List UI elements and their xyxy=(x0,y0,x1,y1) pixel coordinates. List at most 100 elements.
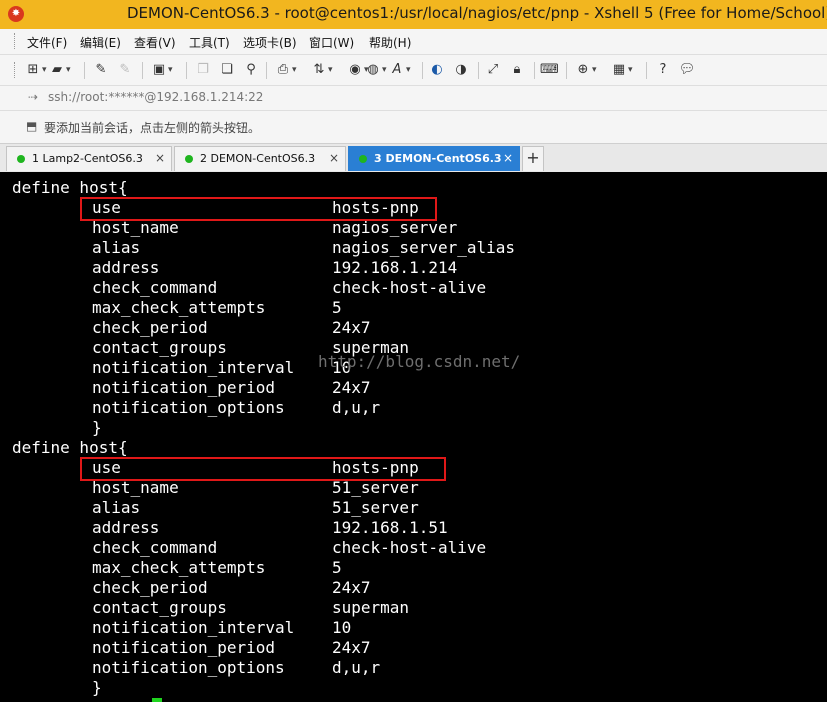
config-key: max_check_attempts xyxy=(92,558,266,577)
config-key: notification_options xyxy=(92,398,285,417)
watermark: http://blog.csdn.net/ xyxy=(318,352,521,371)
config-value: 10 xyxy=(332,618,352,637)
config-value: 5 xyxy=(332,558,342,577)
config-value: 24x7 xyxy=(332,318,371,337)
terminal-line: check_period 24x7 xyxy=(0,318,827,338)
config-key: notification_interval xyxy=(92,358,295,377)
layout-icon[interactable]: ▦ xyxy=(610,61,633,79)
xftp-icon[interactable]: ◐ xyxy=(428,61,446,79)
terminal-line: check_period 24x7 xyxy=(0,578,827,598)
config-value: 192.168.1.51 xyxy=(332,518,448,537)
color-scheme-icon[interactable]: ◉ xyxy=(346,61,368,79)
tab-demon-centos-3[interactable]: 3 DEMON-CentOS6.3 × xyxy=(348,146,520,171)
config-key: notification_period xyxy=(92,378,276,397)
terminal-line: max_check_attempts 5 xyxy=(0,298,827,318)
terminal-cursor xyxy=(152,698,162,702)
terminal-line: define host{ xyxy=(0,438,827,458)
define-host-line: define host{ xyxy=(12,178,128,197)
config-value: superman xyxy=(332,598,410,617)
menu-file[interactable]: 文件(F) xyxy=(27,34,67,51)
toolbar: ⊞ ▰ ✎ ✎ ▣ ❐ ❏ ⚲ ⎙ ⇅ ◉ ◍ A ◐ ◑ ⤢ 🔒︎ ⌨ ⊕ ▦… xyxy=(0,55,827,86)
toolbar-separator xyxy=(478,62,479,79)
menu-help[interactable]: 帮助(H) xyxy=(369,34,411,51)
menu-view[interactable]: 查看(V) xyxy=(134,34,176,51)
connection-icon: ⇢ xyxy=(28,90,39,104)
font-icon[interactable]: A xyxy=(388,61,411,79)
tab-label: 3 DEMON-CentOS6.3 xyxy=(374,152,502,165)
toolbar-separator xyxy=(646,62,647,79)
script-icon[interactable]: ◑ xyxy=(452,61,470,79)
menu-tools[interactable]: 工具(T) xyxy=(189,34,230,51)
terminal-line: host_name 51_server xyxy=(0,478,827,498)
config-key: contact_groups xyxy=(92,338,227,357)
chat-icon[interactable]: 💬︎ xyxy=(678,61,696,79)
terminal-line: } xyxy=(0,418,827,438)
session-hint-bar: ⬒ 要添加当前会话，点击左侧的箭头按钮。 xyxy=(0,111,827,144)
config-key: alias xyxy=(92,498,141,517)
connected-status-icon xyxy=(359,155,367,163)
toolbar-separator xyxy=(266,62,267,79)
highlight-box-host2-use xyxy=(80,457,446,481)
new-tab-button[interactable]: + xyxy=(522,146,544,171)
session-address[interactable]: ssh://root:******@192.168.1.214:22 xyxy=(48,90,263,104)
toolbar-separator xyxy=(84,62,85,79)
close-icon[interactable]: × xyxy=(329,151,339,165)
terminal-line: notification_options d,u,r xyxy=(0,658,827,678)
menu-window[interactable]: 窗口(W) xyxy=(309,34,354,51)
config-key: contact_groups xyxy=(92,598,227,617)
print-icon[interactable]: ⎙ xyxy=(274,61,297,79)
close-icon[interactable]: × xyxy=(503,151,513,165)
config-key: notification_options xyxy=(92,658,285,677)
toolbar-separator xyxy=(534,62,535,79)
config-value: 51_server xyxy=(332,498,419,517)
config-key: host_name xyxy=(92,478,179,497)
terminal-line: address 192.168.1.214 xyxy=(0,258,827,278)
terminal-line: notification_interval 10 xyxy=(0,618,827,638)
new-session-icon[interactable]: ⊞ xyxy=(24,61,47,79)
terminal-line: address 192.168.1.51 xyxy=(0,518,827,538)
tab-label: 1 Lamp2-CentOS6.3 xyxy=(32,152,143,165)
terminal-line: alias nagios_server_alias xyxy=(0,238,827,258)
close-icon[interactable]: × xyxy=(155,151,165,165)
menu-tabs[interactable]: 选项卡(B) xyxy=(243,34,297,51)
menubar-grip xyxy=(14,33,18,49)
toolbar-separator xyxy=(422,62,423,79)
config-key: alias xyxy=(92,238,141,257)
properties-icon[interactable]: ▣ xyxy=(150,61,173,79)
open-folder-icon[interactable]: ▰ xyxy=(48,61,71,79)
address-bar[interactable]: ⇢ ssh://root:******@192.168.1.214:22 xyxy=(0,86,827,111)
menu-edit[interactable]: 编辑(E) xyxy=(80,34,121,51)
transfer-icon[interactable]: ⇅ xyxy=(310,61,333,79)
find-icon[interactable]: ⚲ xyxy=(242,61,260,79)
paste-icon[interactable]: ❏ xyxy=(218,61,236,79)
tab-lamp2-centos[interactable]: 1 Lamp2-CentOS6.3 × xyxy=(6,146,172,171)
connected-status-icon xyxy=(17,155,25,163)
tab-demon-centos-2[interactable]: 2 DEMON-CentOS6.3 × xyxy=(174,146,346,171)
closing-brace: } xyxy=(92,418,102,437)
config-value: nagios_server_alias xyxy=(332,238,516,257)
terminal-line: define host{ xyxy=(0,178,827,198)
config-value: 24x7 xyxy=(332,378,371,397)
define-host-line: define host{ xyxy=(12,438,128,457)
terminal-line: contact_groups superman xyxy=(0,598,827,618)
config-key: check_period xyxy=(92,318,208,337)
config-key: notification_period xyxy=(92,638,276,657)
terminal-line: alias 51_server xyxy=(0,498,827,518)
lock-icon[interactable]: 🔒︎ xyxy=(508,61,526,79)
toolbar-grip xyxy=(14,62,18,78)
config-value: d,u,r xyxy=(332,398,381,417)
config-key: host_name xyxy=(92,218,179,237)
config-value: 24x7 xyxy=(332,638,371,657)
edit-icon[interactable]: ✎ xyxy=(92,61,110,79)
xshell-logo-icon[interactable]: ✸ xyxy=(8,6,24,22)
globe-icon[interactable]: ◍ xyxy=(364,61,386,79)
add-pane-icon[interactable]: ⊕ xyxy=(574,61,597,79)
help-icon[interactable]: ? xyxy=(654,61,672,79)
toolbar-separator xyxy=(142,62,143,79)
keyboard-icon[interactable]: ⌨ xyxy=(540,61,559,79)
fullscreen-icon[interactable]: ⤢ xyxy=(484,61,502,79)
disabled-icon: ✎ xyxy=(119,62,131,77)
bookmark-arrow-icon[interactable]: ⬒ xyxy=(26,119,37,133)
config-key: address xyxy=(92,518,160,537)
config-key: check_period xyxy=(92,578,208,597)
